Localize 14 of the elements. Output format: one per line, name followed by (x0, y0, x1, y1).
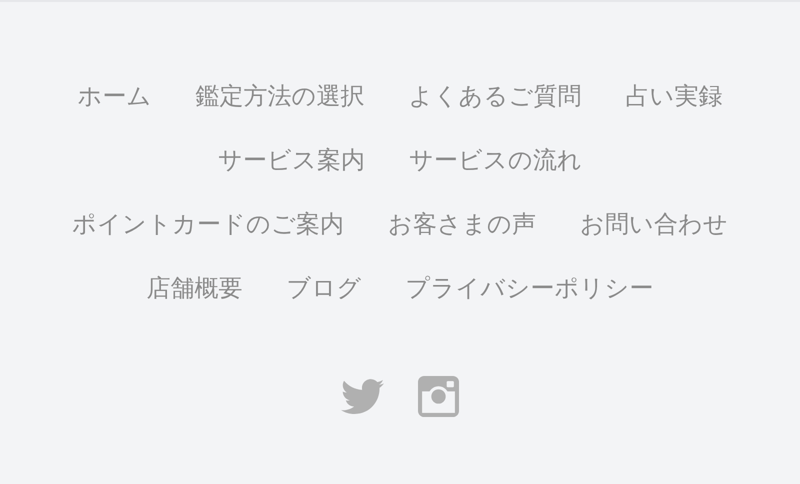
footer-link[interactable]: 占い実録 (626, 78, 722, 114)
footer-link[interactable]: お客さまの声 (388, 206, 536, 242)
footer-link[interactable]: プライバシーポリシー (406, 270, 654, 306)
footer-link[interactable]: サービスの流れ (409, 142, 582, 178)
footer-link[interactable]: 鑑定方法の選択 (196, 78, 364, 114)
footer-link[interactable]: サービス案内 (218, 142, 365, 178)
footer-link[interactable]: よくあるご質問 (408, 78, 582, 114)
footer-link[interactable]: 店舗概要 (146, 270, 242, 306)
footer-link[interactable]: ブログ (286, 270, 362, 306)
footer-link[interactable]: ホーム (78, 78, 152, 114)
bird-icon[interactable] (341, 378, 384, 414)
footer-link[interactable]: お問い合わせ (580, 206, 728, 242)
instagram-icon[interactable] (418, 376, 459, 417)
footer-link[interactable]: ポイントカードのご案内 (72, 206, 344, 242)
